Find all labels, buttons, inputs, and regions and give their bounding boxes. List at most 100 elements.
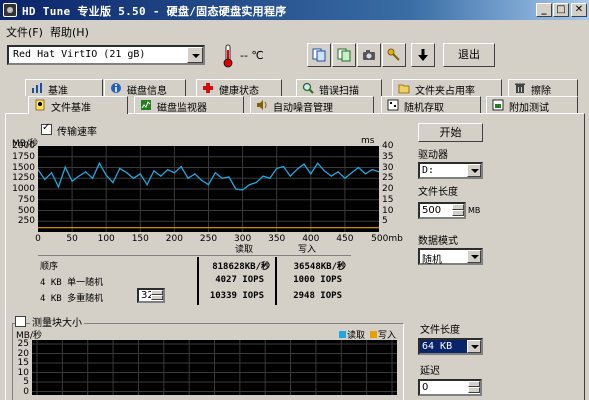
block-file-length-select[interactable]: 64 KB	[418, 338, 483, 355]
delay-spinner[interactable]: 0	[418, 379, 482, 396]
series-read-point	[132, 177, 135, 179]
close-button[interactable]: ✕	[571, 3, 587, 17]
block-size-chart	[32, 340, 397, 395]
file-length-spinner[interactable]: 500	[418, 202, 466, 219]
series-read-point	[112, 182, 114, 184]
results-divider-mid	[275, 257, 277, 305]
series-read-point	[221, 177, 223, 179]
x-tick: 300	[234, 234, 252, 244]
tab-random-access[interactable]: 随机存取	[381, 96, 481, 114]
arrow-down-icon	[418, 49, 428, 61]
queue-depth-spinner[interactable]: 32	[137, 288, 165, 303]
series-read-point	[303, 163, 305, 165]
block-y-tick: 5	[23, 377, 29, 387]
series-read-point	[248, 184, 250, 186]
key-icon	[387, 48, 400, 61]
tab-disk-info[interactable]: 磁盘信息	[104, 79, 186, 97]
spin-down-icon[interactable]	[151, 295, 163, 300]
series-read-point	[330, 175, 332, 177]
file-length-value: 500	[422, 205, 442, 216]
y-left-tick: 1750	[12, 151, 35, 162]
series-read-point	[364, 173, 366, 175]
chevron-down-icon[interactable]	[467, 250, 481, 263]
menu-help[interactable]: 帮助(H)	[50, 24, 89, 40]
drive-letter-value: D:	[422, 165, 435, 176]
y-left-tick: 750	[17, 194, 35, 205]
tab-noise-management-label: 自动噪音管理	[273, 103, 333, 114]
start-button[interactable]: 开始	[418, 123, 483, 142]
series-read-point	[57, 186, 60, 188]
spin-down-icon[interactable]	[468, 387, 480, 393]
maximize-button[interactable]: □	[553, 3, 569, 17]
series-read-point	[146, 184, 148, 186]
tab-erase[interactable]: 擦除	[508, 79, 578, 97]
data-mode-select[interactable]: 随机	[418, 248, 483, 266]
delay-value: 0	[422, 382, 429, 393]
drive-select[interactable]: Red Hat VirtIO (21 gB)	[7, 45, 205, 65]
tab-extra-tests[interactable]: 附加测试	[486, 96, 578, 114]
chevron-down-icon[interactable]	[467, 340, 481, 353]
series-read-point	[85, 171, 87, 173]
block-size-label: 测量块大小	[30, 314, 84, 329]
data-mode-label: 数据模式	[418, 236, 458, 247]
chevron-down-icon[interactable]	[467, 164, 481, 177]
thermometer-icon	[223, 44, 233, 68]
block-y-tick: 0	[23, 386, 29, 397]
tab-disk-monitor[interactable]: 磁盘监视器	[134, 96, 244, 114]
file-benchmark-icon	[35, 99, 45, 111]
folder-icon	[398, 84, 410, 94]
series-read-point	[173, 172, 175, 174]
info-icon	[312, 48, 326, 62]
y-right-tick: 5	[382, 216, 388, 227]
legend-read-swatch	[339, 331, 346, 338]
series-read-point	[357, 166, 360, 169]
tab-noise-management[interactable]: 自动噪音管理	[250, 96, 374, 114]
extra-test-icon	[492, 99, 504, 111]
save-button[interactable]	[411, 43, 435, 67]
x-tick: 50	[66, 234, 78, 244]
window-title: HD Tune 专业版 5.50 - 硬盘/固态硬盘实用程序	[22, 5, 287, 18]
exit-button[interactable]: 退出	[443, 43, 495, 67]
chevron-down-icon[interactable]	[187, 47, 203, 63]
drive-select-value: Red Hat VirtIO (21 gB)	[13, 49, 146, 60]
menu-file[interactable]: 文件(F)	[6, 24, 43, 40]
series-read-point	[262, 175, 264, 177]
y-right-tick: 10	[382, 205, 394, 216]
series-read-point	[92, 177, 94, 179]
monitor-icon	[141, 100, 151, 110]
drive-letter-select[interactable]: D:	[418, 162, 483, 179]
tab-file-benchmark[interactable]: 文件基准	[28, 96, 128, 114]
tab-folder-usage[interactable]: 文件夹占用率	[392, 79, 502, 97]
x-tick: 0	[35, 234, 41, 244]
title-bar: HD Tune 专业版 5.50 - 硬盘/固态硬盘实用程序 _ □ ✕	[0, 0, 589, 20]
series-read-point	[276, 167, 278, 169]
health-icon	[337, 48, 351, 62]
block-y-tick: 20	[17, 348, 29, 359]
screenshot-button[interactable]	[357, 43, 381, 67]
minimize-button[interactable]: _	[536, 3, 552, 17]
series-read-point	[344, 177, 346, 179]
results-row-4k-multi-label: 4 KB 多重随机	[40, 294, 104, 304]
series-read-point	[323, 170, 325, 172]
copy-info-button[interactable]	[307, 43, 331, 67]
results-row-4k-multi-write: 2948 IOPS	[293, 291, 342, 301]
copy-health-button[interactable]	[332, 43, 356, 67]
series-read-point	[105, 174, 107, 176]
tab-error-scan[interactable]: 错误扫描	[296, 79, 382, 97]
y-right-tick: 30	[382, 162, 394, 173]
series-read-point	[337, 171, 339, 173]
transfer-rate-label: 传输速率	[57, 127, 97, 138]
tab-benchmark[interactable]: 基准	[25, 79, 103, 97]
transfer-rate-checkbox[interactable]	[41, 122, 52, 135]
series-read-point	[289, 175, 291, 177]
series-read-point	[187, 177, 189, 179]
speaker-icon	[257, 100, 267, 110]
block-size-checkbox[interactable]	[15, 316, 26, 327]
tab-health[interactable]: 健康状态	[196, 79, 282, 97]
hd-tune-app-icon	[3, 3, 17, 17]
spin-down-icon[interactable]	[452, 210, 464, 216]
random-icon	[387, 99, 399, 111]
options-button[interactable]	[382, 43, 406, 67]
results-row-seq-read: 818628KB/秒	[212, 262, 270, 272]
tab-benchmark-label: 基准	[48, 86, 68, 97]
